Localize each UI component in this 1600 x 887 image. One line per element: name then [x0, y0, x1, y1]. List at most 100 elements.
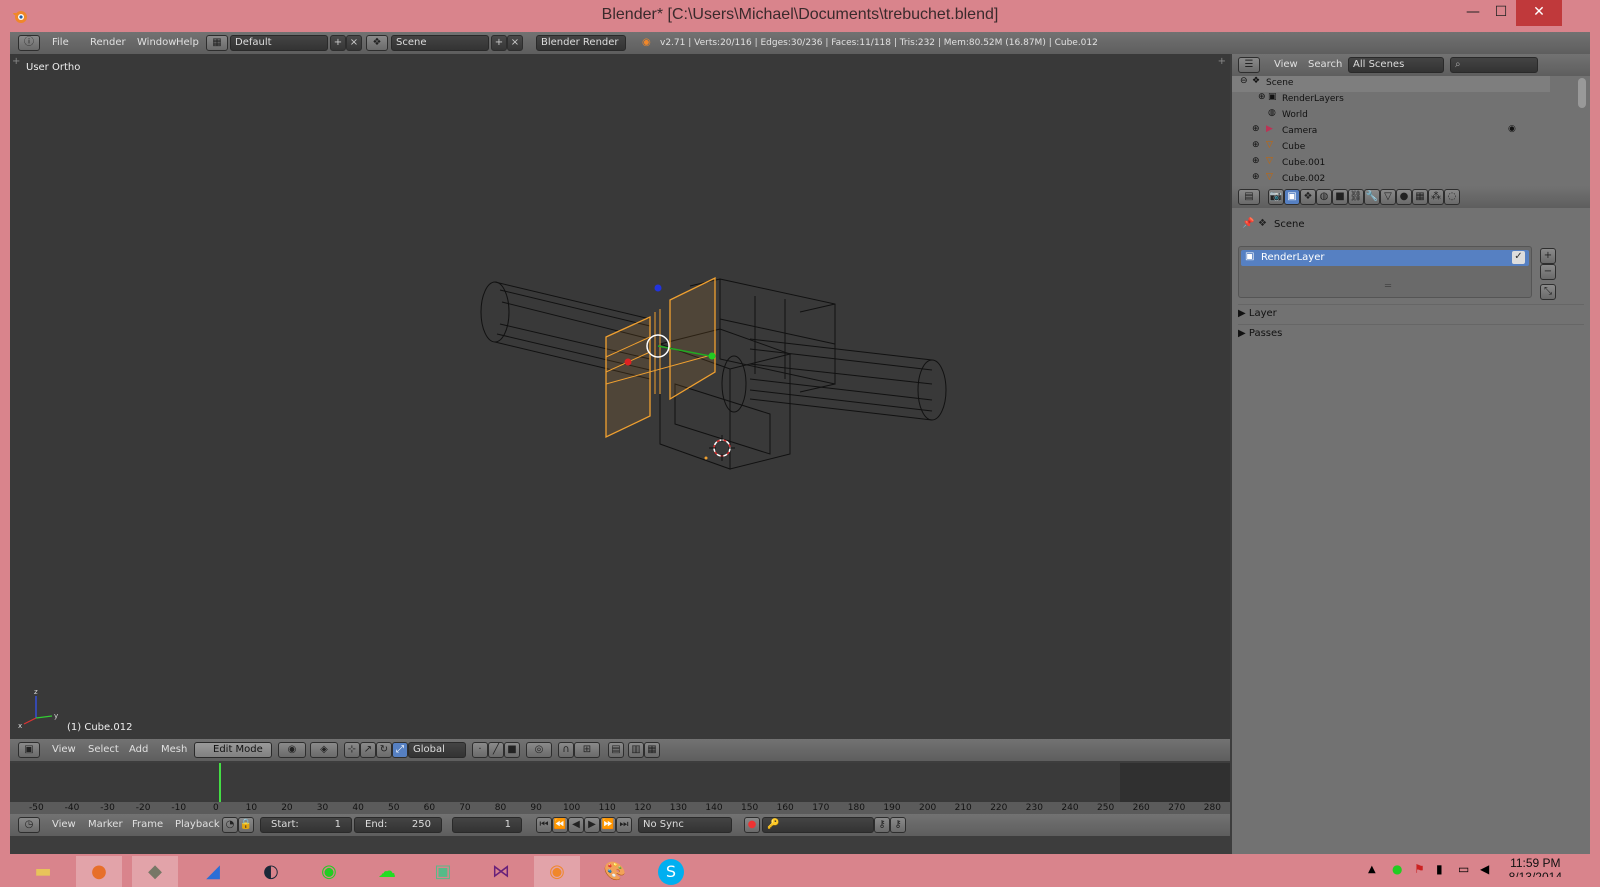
- gimp-icon[interactable]: ◆: [132, 856, 178, 887]
- editor-type-timeline-button[interactable]: ◷: [18, 817, 40, 833]
- menu-add[interactable]: Add: [129, 744, 148, 755]
- outliner-item-scene[interactable]: ⊖ ❖ Scene: [1232, 76, 1550, 92]
- firefox-icon[interactable]: ●: [76, 856, 122, 887]
- play-icon[interactable]: ▶: [584, 817, 600, 833]
- scene-icon[interactable]: ❖: [366, 35, 388, 51]
- y-handle[interactable]: [708, 352, 716, 360]
- material-tab-icon[interactable]: ●: [1396, 189, 1412, 205]
- outliner-item-renderlayers[interactable]: ⊕ ▣ RenderLayers: [1232, 92, 1550, 108]
- system-clock[interactable]: 11:59 PM 8/13/2014: [1509, 856, 1562, 877]
- tray-network-icon[interactable]: ▭: [1458, 862, 1469, 876]
- razer-icon[interactable]: ◉: [306, 856, 352, 887]
- pin-icon[interactable]: 📌: [1242, 218, 1254, 229]
- panel-layer[interactable]: ▶ Layer: [1238, 304, 1584, 322]
- editor-type-info-button[interactable]: ⓘ: [18, 35, 40, 51]
- editor-type-outliner-button[interactable]: ☰: [1238, 57, 1260, 73]
- vertex-select-icon[interactable]: ·: [472, 742, 488, 758]
- lock-range-icon[interactable]: 🔒: [238, 817, 254, 833]
- 3d-cursor-icon[interactable]: [709, 435, 735, 461]
- file-explorer-icon[interactable]: ▬: [20, 856, 66, 887]
- menu-window[interactable]: Window: [137, 37, 176, 48]
- physics-tab-icon[interactable]: ◌: [1444, 189, 1460, 205]
- list-resize-grip-icon[interactable]: ═: [1385, 281, 1391, 292]
- visibility-eye-icon[interactable]: ◉: [1508, 124, 1516, 134]
- snap-element-icon[interactable]: ⊞: [574, 742, 600, 758]
- current-frame-marker[interactable]: [219, 763, 221, 802]
- jump-start-icon[interactable]: ⏮: [536, 817, 552, 833]
- edge-select-icon[interactable]: ╱: [488, 742, 504, 758]
- z-handle[interactable]: [654, 284, 662, 292]
- scene-field[interactable]: Scene: [391, 35, 489, 51]
- particles-tab-icon[interactable]: ⁂: [1428, 189, 1444, 205]
- outliner-tree[interactable]: ⊖ ❖ Scene ⊕ ▣ RenderLayers ◍ World ⊕ ▶ Camera ◉ …: [1232, 76, 1590, 186]
- x-handle[interactable]: [624, 358, 632, 366]
- app-window-icon[interactable]: ▣: [420, 856, 466, 887]
- outliner-menu-search[interactable]: Search: [1308, 59, 1342, 70]
- timeline-menu-marker[interactable]: Marker: [88, 819, 123, 830]
- timeline-area[interactable]: [10, 763, 1230, 802]
- mode-select[interactable]: Edit Mode: [194, 742, 272, 758]
- opengl-anim-icon[interactable]: ▦: [644, 742, 660, 758]
- render-preview-icon[interactable]: ▤: [608, 742, 624, 758]
- timeline-menu-view[interactable]: View: [52, 819, 76, 830]
- render-layers-tab-icon[interactable]: ▣: [1284, 189, 1300, 205]
- preview-range-icon[interactable]: ◔: [222, 817, 238, 833]
- transform-orientation-select[interactable]: Global: [408, 742, 466, 758]
- sync-mode-select[interactable]: No Sync: [638, 817, 732, 833]
- play-reverse-icon[interactable]: ◀: [568, 817, 584, 833]
- data-tab-icon[interactable]: ▽: [1380, 189, 1396, 205]
- editor-type-3dview-button[interactable]: ▣: [18, 742, 40, 758]
- delete-screen-button[interactable]: ×: [346, 35, 362, 51]
- steam-icon[interactable]: ◐: [248, 856, 294, 887]
- dev-tool-icon[interactable]: ◢: [190, 856, 236, 887]
- jump-keyframe-forward-icon[interactable]: ⏩: [600, 817, 616, 833]
- menu-render[interactable]: Render: [90, 37, 126, 48]
- properties-toggle-icon[interactable]: +: [1218, 56, 1226, 67]
- render-layer-checkbox[interactable]: ✓: [1512, 251, 1525, 264]
- menu-select[interactable]: Select: [88, 744, 119, 755]
- toolshelf-toggle-icon[interactable]: +: [12, 56, 20, 67]
- pin-layer-icon[interactable]: ⤡: [1540, 284, 1556, 300]
- texture-tab-icon[interactable]: ▦: [1412, 189, 1428, 205]
- show-hidden-icons-icon[interactable]: ▲: [1368, 864, 1376, 875]
- scene-tab-icon[interactable]: ❖: [1300, 189, 1316, 205]
- delete-scene-button[interactable]: ×: [507, 35, 523, 51]
- viewport-shading-icon[interactable]: ◉: [278, 742, 306, 758]
- maximize-button[interactable]: ☐: [1484, 0, 1518, 26]
- render-tab-icon[interactable]: 📷: [1268, 189, 1284, 205]
- add-render-layer-button[interactable]: +: [1540, 248, 1556, 264]
- screen-layout-field[interactable]: Default: [230, 35, 328, 51]
- outliner-item-cube-001[interactable]: ⊕ ▽ Cube.001: [1232, 156, 1550, 172]
- current-frame-field[interactable]: 1: [452, 817, 522, 833]
- editor-type-properties-button[interactable]: ▤: [1238, 189, 1260, 205]
- add-screen-button[interactable]: +: [330, 35, 346, 51]
- remove-render-layer-button[interactable]: −: [1540, 264, 1556, 280]
- insert-keyframe-icon[interactable]: ⚷: [874, 817, 890, 833]
- rotate-manipulator-icon[interactable]: ↻: [376, 742, 392, 758]
- constraints-tab-icon[interactable]: ⛓: [1348, 189, 1364, 205]
- outliner-display-select[interactable]: All Scenes: [1348, 57, 1444, 73]
- paint-icon[interactable]: 🎨: [592, 856, 638, 887]
- visual-studio-icon[interactable]: ⋈: [478, 856, 524, 887]
- cloud-sync-icon[interactable]: ☁: [364, 856, 410, 887]
- blender-taskbar-icon[interactable]: ◉: [534, 856, 580, 887]
- record-keyframe-icon[interactable]: ●: [744, 817, 760, 833]
- modifiers-tab-icon[interactable]: 🔧: [1364, 189, 1380, 205]
- outliner-menu-view[interactable]: View: [1274, 59, 1298, 70]
- object-tab-icon[interactable]: ■: [1332, 189, 1348, 205]
- render-layer-item[interactable]: ▣ RenderLayer ✓: [1241, 250, 1529, 266]
- render-layer-list[interactable]: ▣ RenderLayer ✓ ═: [1238, 246, 1532, 298]
- 3d-viewport[interactable]: User Ortho y z x + + (1) Cube.012: [10, 54, 1230, 741]
- keying-set-field[interactable]: 🔑: [762, 817, 874, 833]
- tray-razer-icon[interactable]: ●: [1392, 862, 1402, 876]
- close-button[interactable]: ✕: [1516, 0, 1562, 26]
- snap-toggle-icon[interactable]: ∩: [558, 742, 574, 758]
- panel-passes[interactable]: ▶ Passes: [1238, 324, 1584, 342]
- screen-layout-icon[interactable]: ▦: [206, 35, 228, 51]
- skype-icon[interactable]: S: [648, 856, 694, 887]
- tray-power-icon[interactable]: ▮: [1436, 862, 1443, 876]
- end-frame-field[interactable]: End: 250: [354, 817, 442, 833]
- menu-file[interactable]: File: [52, 37, 69, 48]
- menu-help[interactable]: Help: [176, 37, 199, 48]
- jump-keyframe-back-icon[interactable]: ⏪: [552, 817, 568, 833]
